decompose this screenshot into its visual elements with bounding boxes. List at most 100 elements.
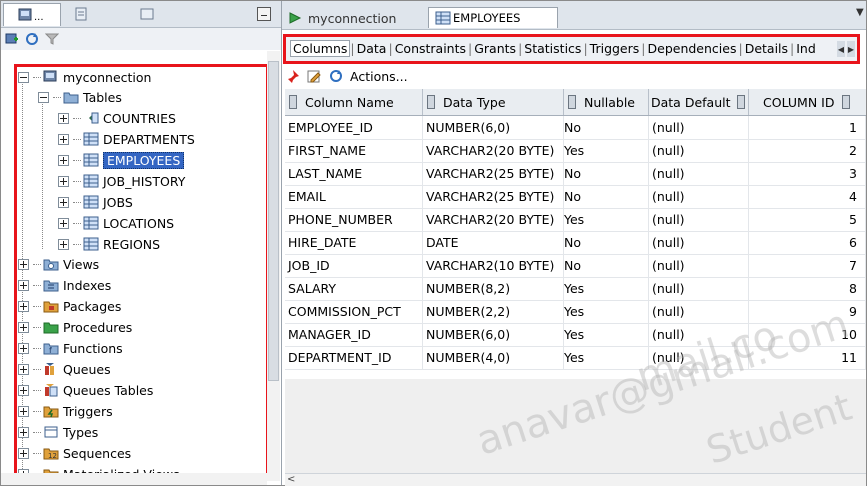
expand-toggle[interactable] <box>18 258 29 270</box>
cell-nullable[interactable]: No <box>564 116 649 139</box>
expand-toggle[interactable] <box>18 384 29 396</box>
tree-node-table[interactable]: JOB_HISTORY <box>58 171 185 191</box>
cell-column-id[interactable]: 10 <box>749 323 866 346</box>
tree-node-tables[interactable]: Tables <box>38 87 122 107</box>
tree-node-procedures[interactable]: Procedures <box>18 317 132 337</box>
cell-column-name[interactable]: EMAIL <box>285 185 423 208</box>
refresh-icon[interactable] <box>25 32 39 46</box>
table-row[interactable]: JOB_ID VARCHAR2(10 BYTE) No (null) 7 <box>285 254 866 278</box>
scroll-left-icon[interactable]: < <box>287 474 295 485</box>
subtab-details[interactable]: Details <box>743 41 790 56</box>
cell-nullable[interactable]: No <box>564 254 649 277</box>
tree-node-table[interactable]: JOBS <box>58 192 133 212</box>
expand-toggle[interactable] <box>18 321 29 333</box>
table-row[interactable]: DEPARTMENT_ID NUMBER(4,0) Yes (null) 11 <box>285 346 866 370</box>
grid-horizontal-scrollbar[interactable]: < <box>285 473 866 486</box>
table-row[interactable]: COMMISSION_PCT NUMBER(2,2) Yes (null) 9 <box>285 300 866 324</box>
cell-nullable[interactable]: Yes <box>564 300 649 323</box>
cell-data-type[interactable]: NUMBER(6,0) <box>423 323 564 346</box>
tree-node-table-selected[interactable]: EMPLOYEES <box>58 150 185 170</box>
expand-toggle[interactable] <box>18 363 29 375</box>
tab-myconnection[interactable]: myconnection <box>288 8 396 28</box>
new-connection-icon[interactable] <box>5 32 19 46</box>
collapse-toggle[interactable] <box>38 91 49 103</box>
cell-data-type[interactable]: NUMBER(6,0) <box>423 116 564 139</box>
cell-data-default[interactable]: (null) <box>649 254 749 277</box>
subtab-columns[interactable]: Columns <box>290 40 351 57</box>
cell-column-id[interactable]: 9 <box>749 300 866 323</box>
cell-column-name[interactable]: EMPLOYEE_ID <box>285 116 423 139</box>
cell-column-name[interactable]: MANAGER_ID <box>285 323 423 346</box>
cell-data-type[interactable]: NUMBER(8,2) <box>423 277 564 300</box>
cell-data-type[interactable]: NUMBER(4,0) <box>423 346 564 369</box>
cell-column-id[interactable]: 6 <box>749 231 866 254</box>
cell-data-type[interactable]: DATE <box>423 231 564 254</box>
subtab-dependencies[interactable]: Dependencies <box>646 41 739 56</box>
table-row[interactable]: LAST_NAME VARCHAR2(25 BYTE) No (null) 3 <box>285 162 866 186</box>
pin-icon[interactable] <box>284 69 300 83</box>
column-header-nullable[interactable]: Nullable <box>564 89 649 115</box>
filter-icon[interactable] <box>45 32 59 46</box>
cell-column-name[interactable]: PHONE_NUMBER <box>285 208 423 231</box>
tab-connections[interactable]: ... <box>3 3 61 26</box>
cell-column-id[interactable]: 7 <box>749 254 866 277</box>
tree-node-functions[interactable]: f Functions <box>18 338 123 358</box>
subtab-data[interactable]: Data <box>355 41 389 56</box>
cell-column-id[interactable]: 1 <box>749 116 866 139</box>
tree-node-sequences[interactable]: 12 Sequences <box>18 443 131 463</box>
subtab-statistics[interactable]: Statistics <box>522 41 583 56</box>
cell-column-id[interactable]: 11 <box>749 346 866 369</box>
column-header-data-default[interactable]: Data Default <box>649 89 749 115</box>
cell-data-type[interactable]: VARCHAR2(20 BYTE) <box>423 139 564 162</box>
cell-nullable[interactable]: Yes <box>564 208 649 231</box>
tree-node-packages[interactable]: Packages <box>18 296 121 316</box>
expand-toggle[interactable] <box>18 300 29 312</box>
table-row[interactable]: PHONE_NUMBER VARCHAR2(20 BYTE) Yes (null) 5 <box>285 208 866 232</box>
expand-toggle[interactable] <box>58 217 69 229</box>
expand-toggle[interactable] <box>58 133 69 145</box>
tab-employees[interactable]: EMPLOYEES <box>428 7 558 28</box>
cell-data-default[interactable]: (null) <box>649 139 749 162</box>
cell-nullable[interactable]: Yes <box>564 139 649 162</box>
minimize-button[interactable] <box>257 7 271 21</box>
tab-files[interactable] <box>133 3 161 25</box>
cell-column-id[interactable]: 3 <box>749 162 866 185</box>
tab-reports[interactable] <box>67 3 95 25</box>
tree-node-indexes[interactable]: Indexes <box>18 275 111 295</box>
scroll-left-icon[interactable]: ◀ <box>837 41 845 57</box>
expand-toggle[interactable] <box>18 405 29 417</box>
tree-node-queues[interactable]: Queues <box>18 359 111 379</box>
expand-toggle[interactable] <box>58 112 69 124</box>
expand-toggle[interactable] <box>58 238 69 250</box>
expand-toggle[interactable] <box>58 154 69 166</box>
cell-data-default[interactable]: (null) <box>649 185 749 208</box>
cell-nullable[interactable]: Yes <box>564 346 649 369</box>
cell-data-type[interactable]: VARCHAR2(25 BYTE) <box>423 185 564 208</box>
actions-menu[interactable]: Actions... <box>350 69 408 84</box>
cell-column-id[interactable]: 4 <box>749 185 866 208</box>
navigator-vertical-scrollbar[interactable] <box>267 51 280 481</box>
cell-column-name[interactable]: FIRST_NAME <box>285 139 423 162</box>
column-header-data-type[interactable]: Data Type <box>423 89 564 115</box>
tree-node-types[interactable]: Types <box>18 422 98 442</box>
cell-column-name[interactable]: DEPARTMENT_ID <box>285 346 423 369</box>
subtab-triggers[interactable]: Triggers <box>588 41 642 56</box>
scroll-right-icon[interactable]: ▶ <box>847 41 855 57</box>
cell-column-name[interactable]: COMMISSION_PCT <box>285 300 423 323</box>
cell-data-type[interactable]: VARCHAR2(10 BYTE) <box>423 254 564 277</box>
cell-data-type[interactable]: VARCHAR2(20 BYTE) <box>423 208 564 231</box>
subtab-constraints[interactable]: Constraints <box>393 41 468 56</box>
cell-column-name[interactable]: LAST_NAME <box>285 162 423 185</box>
cell-data-default[interactable]: (null) <box>649 323 749 346</box>
cell-data-default[interactable]: (null) <box>649 208 749 231</box>
column-header-column-id[interactable]: COLUMN ID <box>749 89 866 115</box>
expand-toggle[interactable] <box>18 447 29 459</box>
tree-node-connection[interactable]: myconnection <box>18 67 151 87</box>
cell-nullable[interactable]: Yes <box>564 323 649 346</box>
cell-column-name[interactable]: SALARY <box>285 277 423 300</box>
cell-data-type[interactable]: NUMBER(2,2) <box>423 300 564 323</box>
cell-nullable[interactable]: Yes <box>564 277 649 300</box>
cell-column-id[interactable]: 8 <box>749 277 866 300</box>
table-row[interactable]: HIRE_DATE DATE No (null) 6 <box>285 231 866 255</box>
cell-column-name[interactable]: HIRE_DATE <box>285 231 423 254</box>
